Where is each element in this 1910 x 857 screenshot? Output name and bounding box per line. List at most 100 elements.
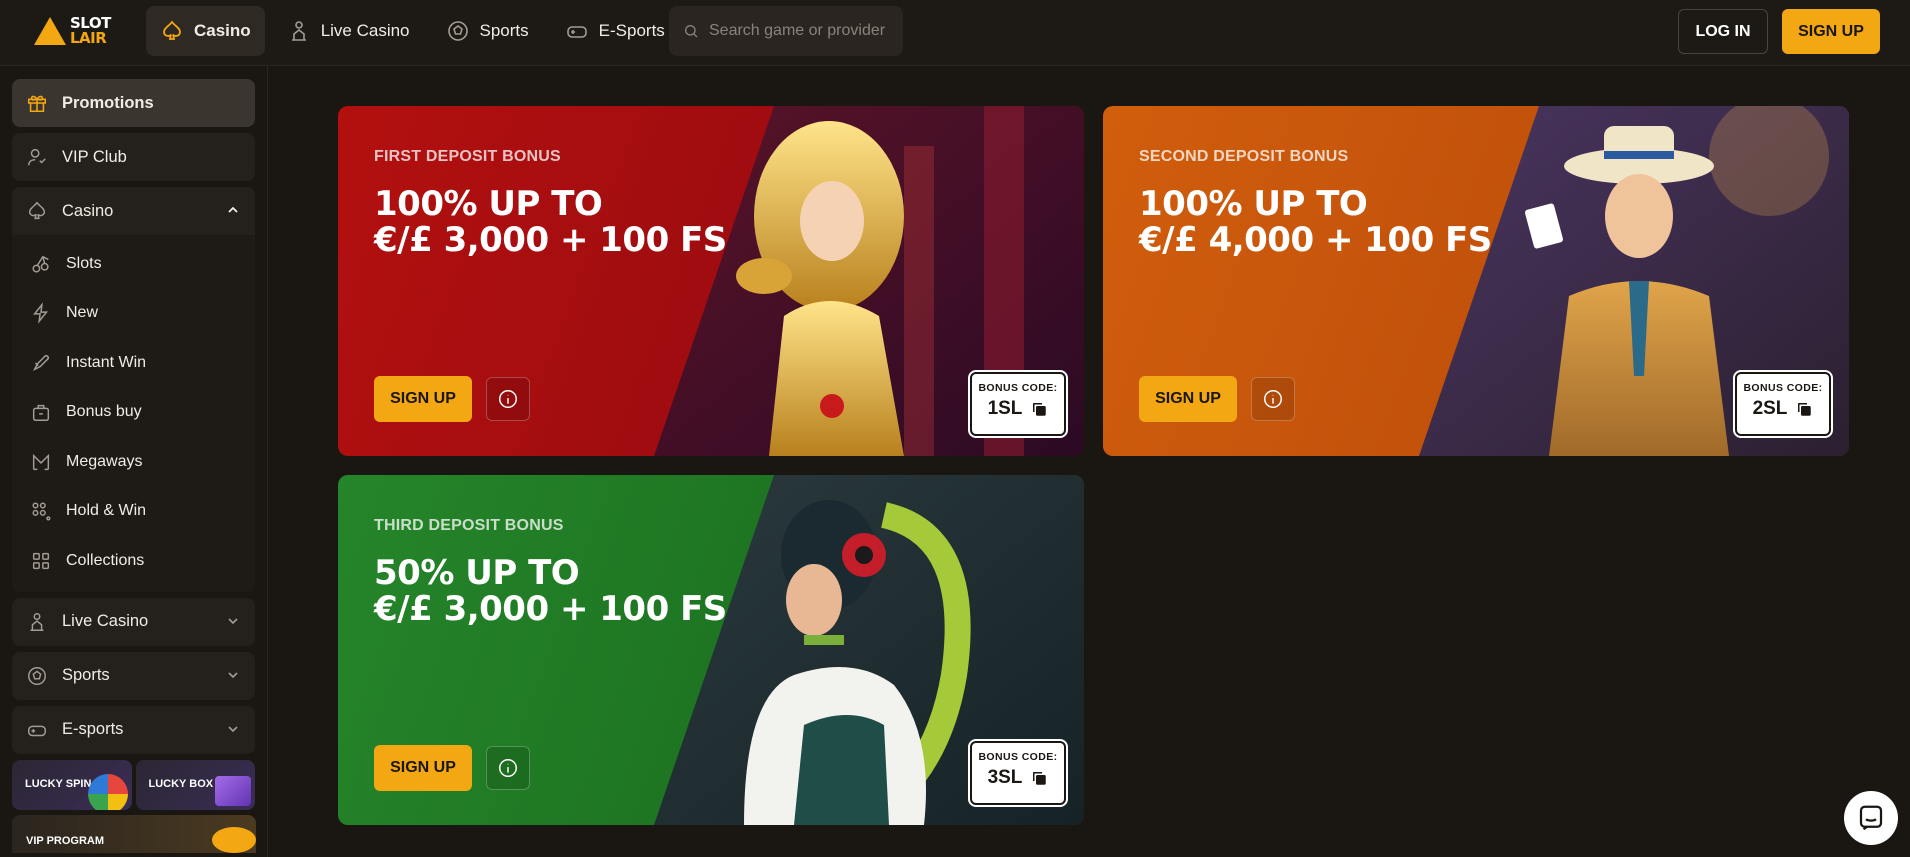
- sidebar-subitem-slots[interactable]: Slots: [12, 239, 255, 289]
- lucky-spin-label: LUCKY SPIN: [25, 777, 92, 790]
- casino-submenu: Slots New Instant Win Bonus buy Megaways…: [12, 235, 255, 592]
- bonus-code-value: 1SL: [987, 398, 1023, 419]
- sidebar-subitem-label: Instant Win: [66, 353, 147, 371]
- search-box[interactable]: [669, 6, 903, 56]
- info-icon: [499, 759, 517, 777]
- bonus-code-label: BONUS CODE:: [978, 751, 1058, 763]
- coin-icon: [212, 826, 256, 853]
- chevron-down-icon[interactable]: [227, 723, 239, 735]
- card-headline: 50% UP TO €/£ 3,000 + 100 FS: [374, 555, 834, 627]
- search-icon: [685, 25, 698, 38]
- bonus-code-box[interactable]: BONUS CODE: 1SL: [968, 370, 1068, 438]
- bonus-code-label: BONUS CODE:: [978, 382, 1058, 394]
- headline-line1: 50% UP TO: [374, 553, 580, 593]
- gift-box-icon: [215, 775, 251, 806]
- sidebar-subitem-bonus-buy[interactable]: Bonus buy: [12, 388, 255, 438]
- sidebar-item-sports[interactable]: Sports: [12, 651, 255, 700]
- rocket-icon: [32, 354, 50, 371]
- grid-icon: [32, 552, 50, 569]
- headline-line1: 100% UP TO: [1139, 184, 1368, 224]
- bonus-card-third: THIRD DEPOSIT BONUS 50% UP TO €/£ 3,000 …: [338, 475, 1084, 825]
- bonus-bag-icon: [32, 405, 50, 422]
- bonus-code-value: 3SL: [987, 767, 1023, 788]
- chevron-down-icon[interactable]: [227, 669, 239, 681]
- top-bar: SLOT LAIR Casino Live Casino Sports E-Sp…: [0, 0, 1910, 66]
- lucky-box-tile[interactable]: LUCKY BOX: [135, 759, 255, 810]
- card-signup-button[interactable]: SIGN UP: [1139, 376, 1237, 422]
- logo-text-line2: LAIR: [70, 29, 107, 47]
- bonus-code-box[interactable]: BONUS CODE: 3SL: [968, 739, 1068, 807]
- sidebar-subitem-label: Slots: [66, 254, 102, 272]
- sidebar-item-label: Casino: [62, 201, 114, 220]
- sidebar-subitem-label: Collections: [66, 551, 145, 569]
- dealer-icon: [291, 21, 306, 41]
- spade-icon: [28, 201, 46, 220]
- chevron-up-icon[interactable]: [227, 204, 239, 216]
- bonus-code-box[interactable]: BONUS CODE: 2SL: [1733, 370, 1833, 438]
- site-logo[interactable]: SLOT LAIR: [34, 13, 122, 49]
- nav-live-casino-label: Live Casino: [320, 21, 410, 40]
- main-nav: Casino Live Casino Sports E-Sports: [146, 6, 679, 56]
- nav-sports-label: Sports: [479, 21, 529, 40]
- sidebar-item-vip-club[interactable]: VIP Club: [12, 133, 255, 181]
- card-signup-button[interactable]: SIGN UP: [374, 376, 472, 422]
- signup-button[interactable]: SIGN UP: [1782, 9, 1880, 54]
- sidebar-group-casino: Casino Slots New Instant Win Bonus buy M…: [12, 187, 255, 592]
- sidebar-item-live-casino[interactable]: Live Casino: [12, 597, 255, 646]
- sidebar-subitem-label: New: [66, 304, 99, 322]
- card-subtitle: FIRST DEPOSIT BONUS: [374, 148, 561, 165]
- sidebar-subitem-instant-win[interactable]: Instant Win: [12, 338, 255, 388]
- nav-sports[interactable]: Sports: [432, 6, 543, 56]
- sidebar: Promotions VIP Club Casino Slots New Ins…: [0, 66, 268, 857]
- chevron-down-icon[interactable]: [227, 615, 239, 627]
- login-button[interactable]: LOG IN: [1678, 9, 1768, 54]
- copy-icon[interactable]: [1030, 769, 1048, 787]
- info-icon: [499, 390, 517, 408]
- vip-program-tile[interactable]: VIP PROGRAM: [12, 814, 256, 853]
- chat-launcher-button[interactable]: [1844, 791, 1898, 845]
- sidebar-subitem-megaways[interactable]: Megaways: [12, 437, 255, 487]
- soccer-ball-icon: [28, 666, 46, 685]
- spade-icon: [163, 20, 181, 40]
- cherries-icon: [32, 255, 49, 273]
- logo-mark-icon: [34, 17, 66, 45]
- info-button[interactable]: [486, 746, 530, 790]
- sidebar-subitem-new[interactable]: New: [12, 289, 255, 339]
- sidebar-subitem-collections[interactable]: Collections: [12, 536, 255, 586]
- sidebar-subitem-hold-win[interactable]: Hold & Win: [12, 487, 255, 537]
- gift-icon: [27, 95, 47, 113]
- headline-line2: €/£ 3,000 + 100 FS: [374, 220, 727, 260]
- headline-line2: €/£ 3,000 + 100 FS: [374, 589, 727, 629]
- bonus-card-second: SECOND DEPOSIT BONUS 100% UP TO €/£ 4,00…: [1103, 106, 1849, 456]
- sidebar-item-casino[interactable]: Casino: [12, 187, 255, 235]
- nav-esports[interactable]: E-Sports: [551, 6, 679, 56]
- card-subtitle: THIRD DEPOSIT BONUS: [374, 517, 564, 534]
- bonus-code-label: BONUS CODE:: [1743, 382, 1823, 394]
- gamepad-icon: [566, 26, 587, 38]
- lucky-spin-tile[interactable]: LUCKY SPIN: [12, 759, 132, 810]
- info-button[interactable]: [486, 377, 530, 421]
- nav-casino[interactable]: Casino: [146, 6, 265, 56]
- soccer-ball-icon: [447, 21, 468, 41]
- lightning-icon: [33, 302, 49, 324]
- sidebar-item-promotions[interactable]: Promotions: [12, 79, 255, 127]
- card-subtitle: SECOND DEPOSIT BONUS: [1139, 148, 1349, 165]
- sidebar-subitem-label: Megaways: [66, 452, 143, 470]
- sidebar-item-esports[interactable]: E-sports: [12, 705, 255, 754]
- lucky-box-label: LUCKY BOX: [148, 777, 214, 790]
- gamepad-icon: [28, 725, 46, 736]
- sidebar-subitem-label: Bonus buy: [66, 403, 142, 421]
- search-input[interactable]: [709, 22, 889, 40]
- sidebar-item-label: Live Casino: [62, 612, 149, 630]
- sidebar-item-label: Promotions: [62, 93, 154, 112]
- sidebar-item-label: Sports: [62, 666, 110, 684]
- card-signup-button[interactable]: SIGN UP: [374, 745, 472, 791]
- copy-icon[interactable]: [1795, 400, 1813, 418]
- megaways-icon: [32, 453, 50, 470]
- sidebar-item-label: E-sports: [62, 720, 124, 738]
- nav-live-casino[interactable]: Live Casino: [273, 6, 424, 56]
- copy-icon[interactable]: [1030, 400, 1048, 418]
- chat-icon: [1859, 805, 1883, 831]
- info-button[interactable]: [1251, 377, 1295, 421]
- bonus-card-first: FIRST DEPOSIT BONUS 100% UP TO €/£ 3,000…: [338, 106, 1084, 456]
